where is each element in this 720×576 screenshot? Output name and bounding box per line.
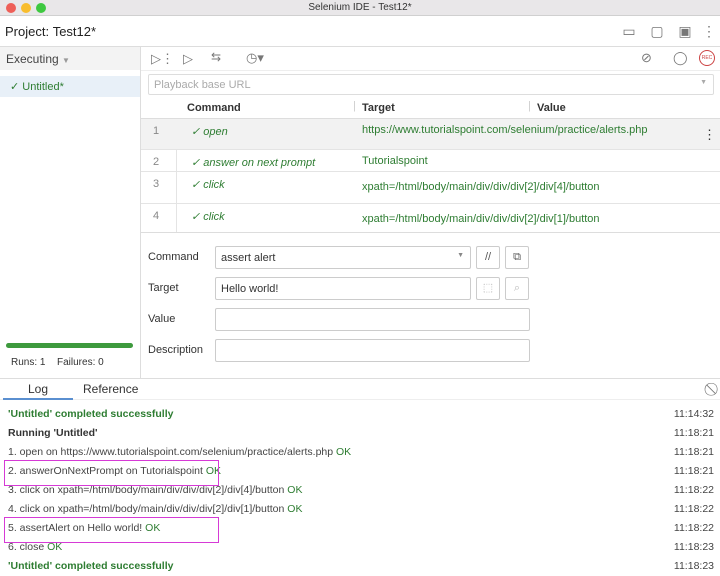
description-label: Description — [148, 344, 204, 356]
tab-log[interactable]: Log — [3, 379, 73, 400]
runs-count: Runs: 1 — [11, 357, 46, 368]
progress-bar — [6, 343, 133, 348]
more-vert-icon[interactable]: ⋮ — [702, 23, 716, 39]
comment-button[interactable]: // — [476, 246, 500, 269]
disable-breakpoints-icon[interactable]: ⊘ — [641, 50, 652, 66]
find-target-button[interactable]: ⌕ — [505, 277, 529, 300]
step-icon[interactable]: ⇆ — [211, 50, 221, 64]
record-icon[interactable]: REC — [699, 50, 715, 66]
sidebar: Executing ▼ ✓ Untitled* Runs: 1 Failures… — [0, 47, 141, 378]
project-title: Project: Test12* — [5, 24, 97, 39]
log-time: 11:18:22 — [673, 522, 714, 534]
log-text: Running 'Untitled' — [8, 427, 98, 439]
minimize-window-button[interactable] — [21, 3, 31, 13]
log-time: 11:18:21 — [673, 465, 714, 477]
table-row[interactable]: 3 ✓ click xpath=/html/body/main/div/div/di… — [141, 172, 720, 204]
log-time: 11:18:22 — [673, 484, 714, 496]
open-reference-button[interactable]: ⧉ — [505, 246, 529, 269]
log-line: Running 'Untitled' 11:18:21 — [8, 424, 714, 443]
row-menu-icon[interactable]: ⋮ — [703, 127, 716, 143]
caret-down-icon: ▼ — [62, 56, 70, 65]
log-line: 'Untitled' completed successfully 11:18:2… — [8, 557, 714, 576]
command-editor: Command assert alert ▼ // ⧉ Target Hello … — [141, 237, 720, 377]
column-value: Value — [537, 102, 566, 114]
log-time: 11:18:21 — [673, 427, 714, 439]
toolbar: ▷⋮ ▷ ⇆ ◷▾ ⊘ ◯ REC — [141, 47, 720, 71]
log-text: 4. click on xpath=/html/body/main/div/di… — [8, 503, 288, 515]
column-target: Target — [362, 102, 395, 114]
test-item-untitled[interactable]: ✓ Untitled* — [0, 76, 140, 97]
select-target-button[interactable]: ⬚ — [476, 277, 500, 300]
table-header: Command | Target | Value — [141, 98, 720, 119]
project-name[interactable]: Test12* — [53, 24, 96, 39]
log-time: 11:18:23 — [673, 560, 714, 572]
value-input[interactable] — [215, 308, 530, 331]
description-input[interactable] — [215, 339, 530, 362]
log-text: 1. open on https://www.tutorialspoint.co… — [8, 446, 337, 458]
table-row[interactable]: 4 ✓ click xpath=/html/body/main/div/div/di… — [141, 204, 720, 232]
title-bar: Selenium IDE - Test12* — [0, 0, 720, 16]
log-ok: OK — [336, 446, 352, 458]
command-table: 1 ✓ open https://www.tutorialspoint.com/se… — [141, 119, 720, 233]
window-title: Selenium IDE - Test12* — [308, 2, 412, 13]
url-dropdown-icon[interactable]: ▼ — [700, 79, 707, 86]
failures-count: Failures: 0 — [57, 357, 104, 368]
log-time: 11:18:23 — [673, 541, 714, 553]
log-line: 'Untitled' completed successfully 11:14:3… — [8, 405, 714, 424]
speed-icon[interactable]: ◷▾ — [246, 50, 264, 66]
log-panel: Log Reference ⃠ 'Untitled' completed suc… — [0, 378, 720, 574]
maximize-window-button[interactable] — [36, 3, 46, 13]
progress-fill — [6, 343, 133, 348]
command-input[interactable]: assert alert ▼ — [215, 246, 471, 269]
run-all-icon[interactable]: ▷⋮ — [151, 51, 174, 67]
tab-reference[interactable]: Reference — [83, 379, 138, 400]
close-window-button[interactable] — [6, 3, 16, 13]
highlight-box — [4, 517, 219, 543]
log-text: 'Untitled' completed successfully — [8, 560, 174, 572]
column-command: Command — [187, 102, 241, 114]
project-header: Project: Test12* ▭ ▢ ▣ ⋮ — [0, 16, 720, 47]
command-label: Command — [148, 251, 199, 263]
command-dropdown-icon[interactable]: ▼ — [457, 252, 464, 259]
log-tabs: Log Reference ⃠ — [0, 379, 720, 400]
playback-base-url-input[interactable]: Playback base URL ▼ — [148, 74, 714, 95]
table-row[interactable]: 1 ✓ open https://www.tutorialspoint.com/se… — [141, 119, 720, 150]
pause-icon[interactable]: ◯ — [673, 50, 688, 66]
table-row[interactable]: 2 ✓ answer on next prompt Tutorialspoint — [141, 150, 720, 172]
new-project-icon[interactable]: ▭ — [621, 23, 637, 39]
target-input[interactable]: Hello world! — [215, 277, 471, 300]
log-ok: OK — [287, 484, 303, 496]
log-text: 'Untitled' completed successfully — [8, 408, 174, 420]
log-time: 11:14:32 — [673, 408, 714, 420]
log-time: 11:18:21 — [673, 446, 714, 458]
highlight-box — [4, 460, 219, 486]
target-label: Target — [148, 282, 179, 294]
run-icon[interactable]: ▷ — [183, 51, 193, 67]
save-icon[interactable]: ▣ — [677, 23, 693, 39]
main-panel: ▷⋮ ▷ ⇆ ◷▾ ⊘ ◯ REC Playback base URL ▼ Com… — [141, 47, 720, 378]
log-time: 11:18:22 — [673, 503, 714, 515]
log-ok: OK — [287, 503, 303, 515]
executing-dropdown[interactable]: Executing ▼ — [0, 47, 140, 70]
open-folder-icon[interactable]: ▢ — [649, 23, 665, 39]
value-label: Value — [148, 313, 176, 325]
